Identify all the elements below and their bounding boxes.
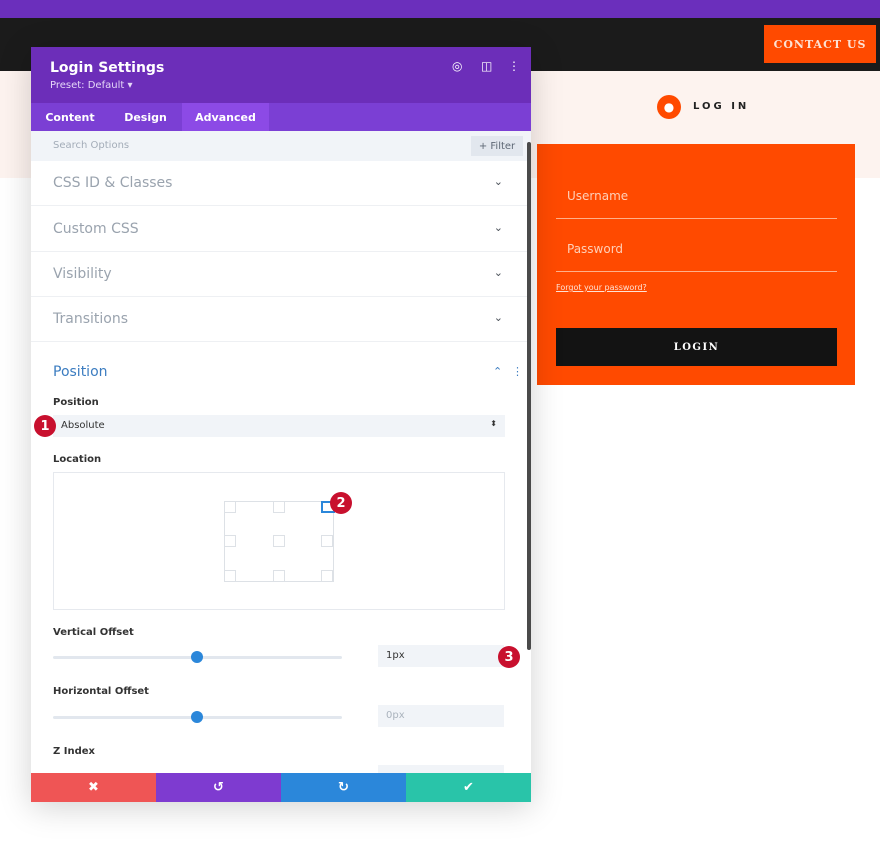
contact-us-button[interactable]: CONTACT US: [764, 25, 876, 63]
save-button[interactable]: ✔: [406, 773, 531, 802]
cancel-button[interactable]: ✖: [31, 773, 156, 802]
panel-title: Login Settings: [50, 60, 165, 76]
vertical-offset-label: Vertical Offset: [53, 627, 134, 638]
position-label: Position: [53, 397, 99, 408]
panel-header: Login Settings Preset: Default ▾ ◎ ◫ ⋮: [31, 47, 531, 103]
panel-tabs: Content Design Advanced: [31, 103, 531, 131]
chevron-down-icon: ⌄: [493, 175, 503, 188]
settings-panel: Login Settings Preset: Default ▾ ◎ ◫ ⋮ C…: [31, 47, 531, 802]
section-label: Custom CSS: [53, 221, 139, 237]
password-input[interactable]: Password: [556, 232, 837, 272]
section-label: Visibility: [53, 266, 112, 282]
horizontal-offset-input[interactable]: 0px: [378, 705, 504, 727]
user-icon[interactable]: ●: [657, 95, 681, 119]
section-visibility[interactable]: Visibility ⌄: [31, 252, 531, 297]
panel-footer: ✖ ↺ ↻ ✔: [31, 773, 531, 802]
section-custom-css[interactable]: Custom CSS ⌄: [31, 207, 531, 252]
search-input[interactable]: Search Options: [53, 140, 129, 151]
more-options-icon[interactable]: ⋮: [508, 59, 520, 73]
horizontal-offset-handle[interactable]: [191, 711, 203, 723]
location-center-right[interactable]: [321, 535, 333, 547]
position-value: Absolute: [61, 420, 105, 431]
location-center-left[interactable]: [224, 535, 236, 547]
tab-content[interactable]: Content: [31, 103, 109, 131]
login-button[interactable]: LOGIN: [556, 328, 837, 366]
select-arrows-icon: ⬍: [490, 419, 497, 428]
tab-advanced[interactable]: Advanced: [182, 103, 269, 131]
search-options[interactable]: Search Options + Filter: [31, 131, 531, 161]
location-center[interactable]: [273, 535, 285, 547]
redo-button[interactable]: ↻: [281, 773, 406, 802]
step-badge-3: 3: [498, 646, 520, 668]
chevron-down-icon: ⌄: [493, 266, 503, 279]
undo-button[interactable]: ↺: [156, 773, 281, 802]
split-view-icon[interactable]: ◫: [481, 59, 492, 73]
login-form: Username Password Forgot your password? …: [537, 144, 855, 385]
location-bottom-left[interactable]: [224, 570, 236, 582]
forgot-password-link[interactable]: Forgot your password?: [556, 283, 647, 292]
step-badge-2: 2: [330, 492, 352, 514]
position-section-title[interactable]: Position: [53, 364, 108, 380]
section-transitions[interactable]: Transitions ⌄: [31, 297, 531, 342]
z-index-label: Z Index: [53, 746, 95, 757]
chevron-up-icon[interactable]: ⌃: [493, 365, 502, 378]
location-grid: [224, 501, 335, 582]
horizontal-offset-label: Horizontal Offset: [53, 686, 149, 697]
preset-dropdown[interactable]: Preset: Default ▾: [50, 80, 132, 91]
scrollbar[interactable]: [527, 142, 531, 650]
tab-design[interactable]: Design: [109, 103, 182, 131]
fullscreen-icon[interactable]: ◎: [452, 59, 462, 73]
location-label: Location: [53, 454, 102, 465]
vertical-offset-input[interactable]: 1px: [378, 645, 504, 667]
chevron-down-icon: ⌄: [493, 311, 503, 324]
position-select[interactable]: Absolute ⬍: [53, 415, 505, 437]
section-menu-icon[interactable]: ⋮: [512, 365, 523, 378]
section-label: Transitions: [53, 311, 128, 327]
location-bottom-center[interactable]: [273, 570, 285, 582]
section-css-id-classes[interactable]: CSS ID & Classes ⌄: [31, 161, 531, 206]
filter-button[interactable]: + Filter: [471, 136, 523, 156]
location-top-left[interactable]: [224, 501, 236, 513]
vertical-offset-handle[interactable]: [191, 651, 203, 663]
top-admin-bar: [0, 0, 880, 18]
section-label: CSS ID & Classes: [53, 175, 173, 191]
location-bottom-right[interactable]: [321, 570, 333, 582]
location-top-center[interactable]: [273, 501, 285, 513]
step-badge-1: 1: [34, 415, 56, 437]
location-picker: [53, 472, 505, 610]
login-link[interactable]: LOG IN: [693, 101, 749, 112]
username-input[interactable]: Username: [556, 179, 837, 219]
chevron-down-icon: ⌄: [493, 221, 503, 234]
